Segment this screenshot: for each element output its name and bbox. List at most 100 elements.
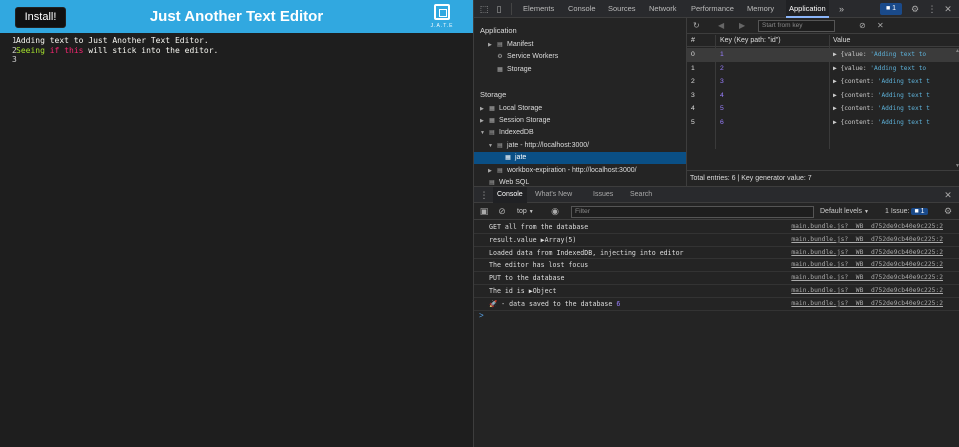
collapse-triangle-icon[interactable]: ▼ bbox=[488, 140, 494, 152]
line-number: 2 bbox=[12, 45, 17, 55]
start-key-input[interactable]: Start from key bbox=[758, 20, 835, 32]
delete-selected-icon[interactable]: ✕ bbox=[877, 21, 884, 31]
sidebar-item-indexeddb[interactable]: ▼ ▤ IndexedDB bbox=[480, 127, 534, 139]
sidebar-item-service-workers[interactable]: ⚙ Service Workers bbox=[488, 51, 558, 63]
source-link[interactable]: main.bundle.js?__WB__d752de9cb40e9c225:2 bbox=[791, 221, 943, 234]
source-link[interactable]: main.bundle.js?__WB__d752de9cb40e9c225:2 bbox=[791, 272, 943, 285]
line-number: 1 bbox=[12, 36, 17, 45]
code-editor[interactable]: 1Adding text to Just Another Text Editor… bbox=[0, 33, 473, 447]
console-message: Loaded data from IndexedDB, injecting in… bbox=[474, 247, 959, 260]
tab-performance[interactable]: Performance bbox=[691, 0, 734, 18]
drawer-tab-console[interactable]: Console bbox=[493, 187, 527, 203]
row-value[interactable]: ▶ {content: 'Adding text t bbox=[833, 89, 958, 103]
sidebar-item-db-workbox[interactable]: ▶ ▤ workbox-expiration - http://localhost:… bbox=[488, 165, 637, 177]
kebab-menu-icon[interactable]: ⋮ bbox=[927, 4, 937, 14]
close-drawer-icon[interactable]: ✕ bbox=[943, 190, 953, 200]
close-icon[interactable]: ✕ bbox=[943, 4, 953, 14]
clear-console-icon[interactable]: ⊘ bbox=[497, 206, 507, 216]
source-link[interactable]: main.bundle.js?__WB__d752de9cb40e9c225:2 bbox=[791, 234, 943, 247]
inspect-icon[interactable]: ⬚ bbox=[479, 4, 489, 14]
tab-console[interactable]: Console bbox=[568, 0, 596, 18]
gear-icon[interactable]: ⚙ bbox=[943, 206, 953, 216]
table-row[interactable]: 4 5 ▶ {content: 'Adding text t bbox=[687, 102, 959, 116]
source-link[interactable]: main.bundle.js?__WB__d752de9cb40e9c225:2 bbox=[791, 247, 943, 260]
console-message: result.value ▶Array(5) main.bundle.js?__… bbox=[474, 234, 959, 247]
collapse-triangle-icon[interactable]: ▼ bbox=[480, 127, 486, 139]
table-scrollbar[interactable]: ▲ ▼ bbox=[954, 48, 959, 170]
eye-icon[interactable]: ◉ bbox=[550, 206, 560, 216]
drawer-tab-whats-new[interactable]: What's New bbox=[535, 187, 572, 203]
issues-button[interactable]: 1 Issue: ■ 1 bbox=[885, 206, 928, 217]
install-button[interactable]: Install! bbox=[15, 7, 66, 28]
context-select[interactable]: top ▼ bbox=[517, 206, 534, 218]
source-link[interactable]: main.bundle.js?__WB__d752de9cb40e9c225:2 bbox=[791, 298, 943, 311]
expand-triangle-icon[interactable]: ▶ bbox=[480, 115, 486, 127]
db-toolbar: ↻ ◀ ▶ Start from key ⊘ ✕ bbox=[687, 18, 959, 34]
db-footer: Total entries: 6 | Key generator value: … bbox=[687, 170, 959, 186]
table-row[interactable]: 3 4 ▶ {content: 'Adding text t bbox=[687, 89, 959, 103]
sidebar-item-storage[interactable]: ▦ Storage bbox=[488, 64, 531, 76]
row-value[interactable]: ▶ {value: 'Adding text to bbox=[833, 48, 958, 62]
sidebar-item-web-sql[interactable]: ▤ Web SQL bbox=[480, 177, 529, 186]
source-link[interactable]: main.bundle.js?__WB__d752de9cb40e9c225:2 bbox=[791, 259, 943, 272]
database-icon: ▦ bbox=[497, 67, 503, 73]
console-prompt[interactable]: > bbox=[479, 311, 484, 320]
row-value[interactable]: ▶ {content: 'Adding text t bbox=[833, 116, 958, 130]
database-icon: ▤ bbox=[497, 143, 503, 149]
application-sidebar: Application ▶ ▤ Manifest ⚙ Service Workers … bbox=[474, 18, 687, 186]
logo-text: J.A.T.E bbox=[430, 23, 454, 29]
more-tabs-button[interactable]: » bbox=[839, 0, 844, 18]
expand-triangle-icon[interactable]: ▶ bbox=[480, 103, 486, 115]
clear-store-icon[interactable]: ⊘ bbox=[859, 21, 866, 31]
table-row[interactable]: 1 2 ▶ {value: 'Adding text to bbox=[687, 62, 959, 76]
levels-select[interactable]: Default levels ▼ bbox=[820, 206, 869, 218]
scroll-up-icon[interactable]: ▲ bbox=[955, 48, 959, 54]
database-icon: ▤ bbox=[489, 130, 495, 136]
sidebar-item-db-jate[interactable]: ▼ ▤ jate - http://localhost:3000/ bbox=[488, 140, 589, 152]
filter-input[interactable]: Filter bbox=[571, 206, 814, 218]
value-field: content bbox=[844, 119, 871, 126]
expand-object[interactable]: ▶Array(5) bbox=[541, 236, 577, 244]
scroll-down-icon[interactable]: ▼ bbox=[955, 163, 959, 169]
jate-app: Just Another Text Editor Install! J.A.T.… bbox=[0, 0, 473, 447]
tab-memory[interactable]: Memory bbox=[747, 0, 774, 18]
sidebar-item-local-storage[interactable]: ▶ ▦ Local Storage bbox=[480, 103, 542, 115]
row-value[interactable]: ▶ {content: 'Adding text t bbox=[833, 102, 958, 116]
tab-sources[interactable]: Sources bbox=[608, 0, 636, 18]
drawer-tab-issues[interactable]: Issues bbox=[593, 187, 613, 203]
devtools-tabbar: ⬚ ▯ Elements Console Sources Network Per… bbox=[474, 0, 959, 18]
sidebar-toggle-icon[interactable]: ▣ bbox=[479, 206, 489, 216]
document-icon: ▤ bbox=[497, 42, 503, 48]
expand-triangle-icon[interactable]: ▶ bbox=[488, 39, 494, 51]
table-row[interactable]: 0 1 ▶ {value: 'Adding text to bbox=[687, 48, 959, 62]
jate-logo: J.A.T.E bbox=[430, 4, 454, 31]
table-row[interactable]: 2 3 ▶ {content: 'Adding text t bbox=[687, 75, 959, 89]
expand-triangle-icon[interactable]: ▶ bbox=[488, 165, 494, 177]
device-toggle-icon[interactable]: ▯ bbox=[494, 4, 504, 14]
next-page-icon[interactable]: ▶ bbox=[739, 21, 745, 31]
refresh-icon[interactable]: ↻ bbox=[693, 21, 700, 31]
sidebar-item-store-jate[interactable]: ▦ jate bbox=[474, 152, 686, 164]
gear-icon[interactable]: ⚙ bbox=[910, 4, 920, 14]
row-number: 2 bbox=[691, 78, 695, 86]
sidebar-item-label: Session Storage bbox=[499, 117, 551, 124]
tab-application[interactable]: Application bbox=[786, 0, 829, 18]
sidebar-item-session-storage[interactable]: ▶ ▦ Session Storage bbox=[480, 115, 550, 127]
source-link[interactable]: main.bundle.js?__WB__d752de9cb40e9c225:2 bbox=[791, 285, 943, 298]
console-message: GET all from the database main.bundle.js… bbox=[474, 221, 959, 234]
sidebar-item-label: Web SQL bbox=[499, 179, 530, 186]
sidebar-item-manifest[interactable]: ▶ ▤ Manifest bbox=[488, 39, 533, 51]
prev-page-icon[interactable]: ◀ bbox=[718, 21, 724, 31]
row-value[interactable]: ▶ {value: 'Adding text to bbox=[833, 62, 958, 76]
sidebar-item-label: jate bbox=[515, 154, 527, 161]
issues-badge[interactable]: ■ 1 bbox=[880, 3, 902, 15]
expand-object[interactable]: ▶Object bbox=[529, 287, 557, 295]
sidebar-item-label: workbox-expiration - http://localhost:30… bbox=[507, 167, 637, 174]
tab-elements[interactable]: Elements bbox=[523, 0, 554, 18]
row-value[interactable]: ▶ {content: 'Adding text t bbox=[833, 75, 958, 89]
drawer-menu-icon[interactable]: ⋮ bbox=[479, 190, 489, 200]
tab-network[interactable]: Network bbox=[649, 0, 677, 18]
drawer-tab-search[interactable]: Search bbox=[630, 187, 652, 203]
table-row[interactable]: 5 6 ▶ {content: 'Adding text t bbox=[687, 116, 959, 130]
console-message: The id is ▶Object main.bundle.js?__WB__d… bbox=[474, 285, 959, 298]
